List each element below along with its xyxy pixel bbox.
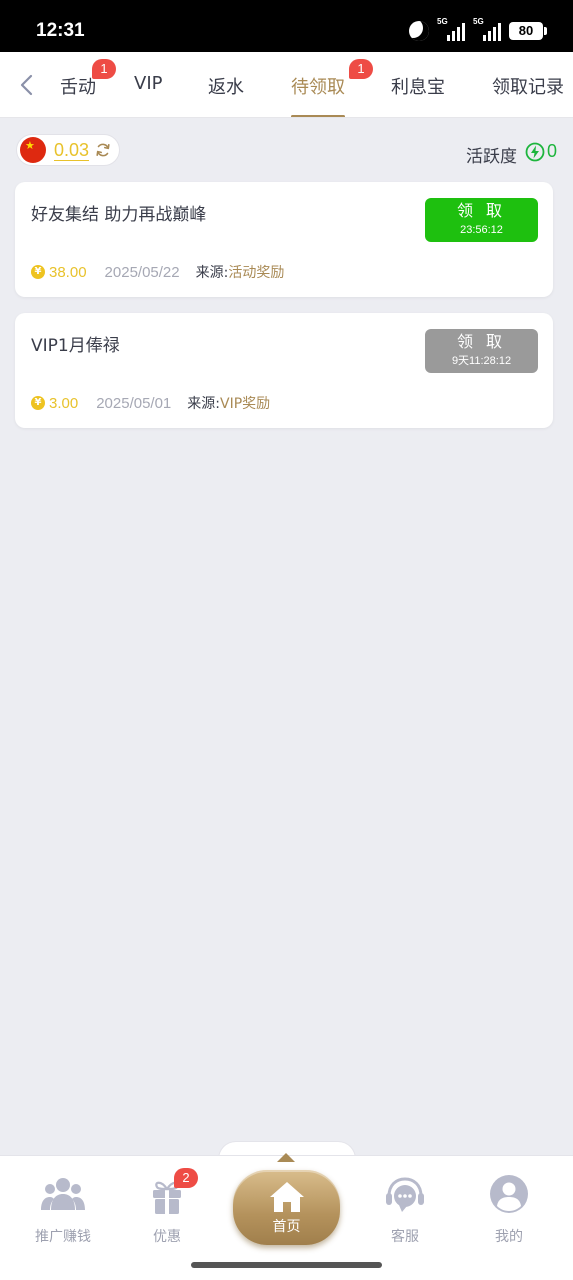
- tab-pending-claim-badge: 1: [349, 59, 373, 79]
- gesture-bar: [191, 1262, 382, 1268]
- balance-pill[interactable]: 0.03: [16, 134, 120, 166]
- china-flag-icon: [20, 137, 46, 163]
- claim-label: 领 取: [456, 332, 507, 351]
- reward-amount: 38.00: [49, 263, 87, 281]
- do-not-disturb-moon-icon: [409, 21, 429, 41]
- tab-header: 舌动 1 VIP 返水 待领取 1 利息宝 领取记录: [0, 52, 573, 118]
- reward-card: VIP1月俸禄 领 取 9天11:28:12 ¥ 3.00 2025/05/01…: [15, 313, 553, 428]
- claim-label: 领 取: [456, 201, 507, 220]
- tab-pending-claim[interactable]: 待领取: [291, 73, 345, 99]
- nav-offers[interactable]: 2 优惠: [122, 1168, 212, 1246]
- chevron-up-icon: [277, 1153, 295, 1162]
- nav-promote-label: 推广赚钱: [35, 1229, 91, 1245]
- battery-icon: 80: [509, 22, 547, 40]
- lightning-icon: [525, 142, 545, 162]
- nav-support-label: 客服: [391, 1229, 419, 1245]
- claim-button[interactable]: 领 取 9天11:28:12: [425, 329, 538, 373]
- tab-rebate[interactable]: 返水: [208, 73, 244, 99]
- reward-meta: ¥ 3.00 2025/05/01 来源: VIP奖励: [31, 393, 270, 413]
- nav-mine[interactable]: 我的: [464, 1174, 554, 1246]
- status-time: 12:31: [36, 20, 85, 41]
- status-icons: 5G 5G 80: [409, 17, 547, 41]
- reward-date: 2025/05/22: [104, 263, 180, 281]
- people-icon: [41, 1178, 85, 1210]
- tab-claim-history[interactable]: 领取记录: [492, 73, 564, 99]
- activity-value: 0: [547, 141, 558, 161]
- tab-activity-badge: 1: [92, 59, 116, 79]
- reward-amount: 3.00: [49, 394, 79, 412]
- chevron-left-icon: [20, 74, 33, 96]
- tab-activity[interactable]: 舌动: [60, 73, 96, 99]
- claim-countdown: 9天11:28:12: [451, 355, 512, 367]
- reward-source-label: 来源:: [195, 265, 229, 281]
- yuan-coin-icon: ¥: [31, 396, 45, 410]
- claim-countdown: 23:56:12: [460, 224, 503, 236]
- nav-support[interactable]: 客服: [360, 1174, 450, 1246]
- reward-source-value: 活动奖励: [228, 265, 285, 281]
- nav-mine-label: 我的: [495, 1229, 523, 1245]
- back-button[interactable]: [16, 72, 38, 98]
- nav-offers-badge: 2: [174, 1168, 198, 1188]
- tab-interest[interactable]: 利息宝: [391, 73, 445, 99]
- tab-vip[interactable]: VIP: [134, 73, 162, 94]
- yuan-coin-icon: ¥: [31, 265, 45, 279]
- active-tab-indicator: [291, 115, 345, 117]
- nav-home-label: 首页: [272, 1219, 301, 1235]
- reward-date: 2025/05/01: [96, 394, 172, 412]
- status-bar: 12:31 5G 5G 80: [0, 0, 573, 52]
- claim-button[interactable]: 领 取 23:56:12: [425, 198, 538, 242]
- headset-icon: [386, 1177, 424, 1212]
- nav-promote[interactable]: 推广赚钱: [18, 1174, 108, 1246]
- reward-card: 好友集结 助力再战巅峰 领 取 23:56:12 ¥ 38.00 2025/05…: [15, 182, 553, 297]
- balance-value: 0.03: [54, 139, 90, 161]
- reward-title: 好友集结 助力再战巅峰: [31, 205, 207, 225]
- reward-source-label: 来源:: [187, 396, 220, 412]
- refresh-icon[interactable]: [95, 142, 111, 158]
- reward-meta: ¥ 38.00 2025/05/22 来源: 活动奖励: [31, 262, 284, 282]
- signal-sim1-icon: 5G: [437, 17, 465, 41]
- nav-offers-label: 优惠: [153, 1229, 181, 1245]
- home-icon: [269, 1182, 304, 1212]
- nav-home-button[interactable]: 首页: [233, 1170, 340, 1245]
- user-icon: [490, 1175, 528, 1213]
- signal-sim2-icon: 5G: [473, 17, 501, 41]
- activity-label: 活跃度: [466, 147, 517, 167]
- reward-source-value: VIP奖励: [220, 396, 271, 412]
- reward-title: VIP1月俸禄: [31, 336, 120, 356]
